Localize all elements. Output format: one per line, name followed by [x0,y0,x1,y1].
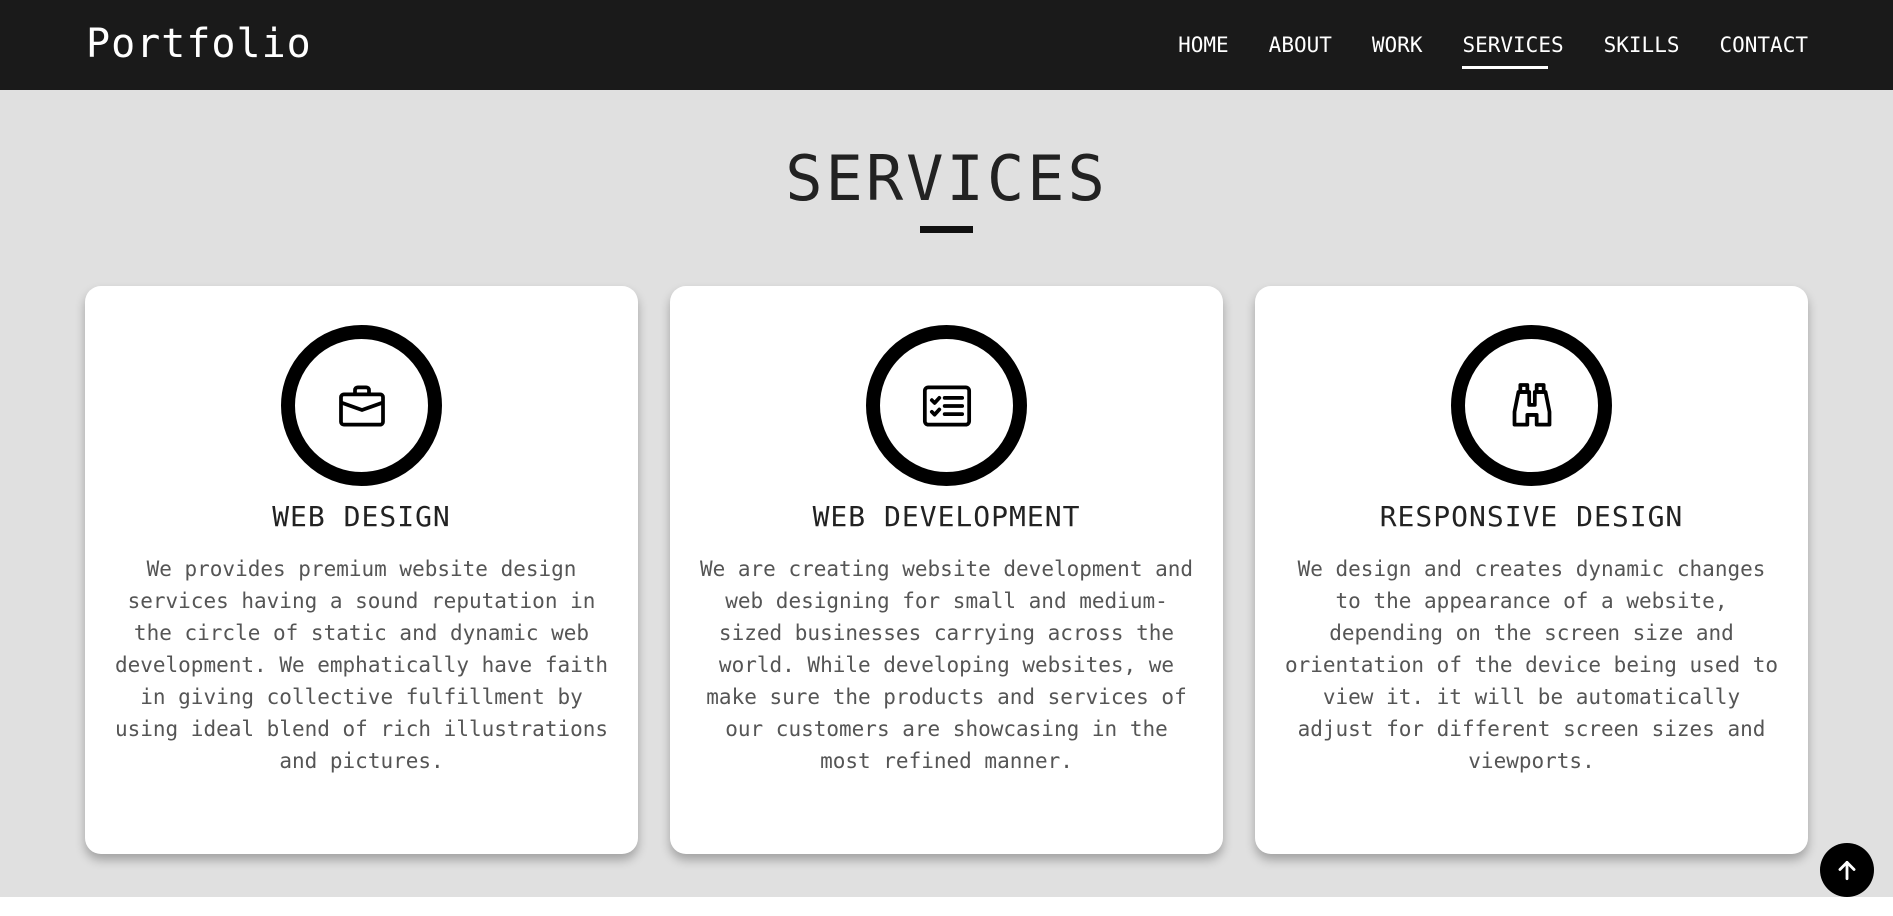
main-nav: HOME ABOUT WORK SERVICES SKILLS CONTACT [1178,30,1808,70]
binoculars-icon [1512,382,1551,427]
service-card-web-development: WEB DEVELOPMENT We are creating website … [670,286,1223,854]
briefcase-icon [338,384,385,427]
service-card-web-design: WEB DESIGN We provides premium website d… [85,286,638,854]
card-title: WEB DESIGN [272,500,451,533]
icon-ring [1451,325,1612,486]
brand-logo[interactable]: Portfolio [86,20,312,68]
section-title: SERVICES [785,142,1108,215]
title-underline [920,226,973,233]
service-card-responsive-design: RESPONSIVE DESIGN We design and creates … [1255,286,1808,854]
card-description: We provides premium website design servi… [114,557,609,773]
card-title: WEB DEVELOPMENT [812,500,1081,533]
nav-about[interactable]: ABOUT [1269,30,1332,70]
nav-work[interactable]: WORK [1372,30,1423,70]
services-section: SERVICES WEB DESIGN We provides premium … [0,90,1893,897]
nav-contact[interactable]: CONTACT [1719,30,1808,70]
nav-home[interactable]: HOME [1178,30,1229,70]
checklist-icon [922,384,971,427]
back-to-top-button[interactable] [1820,843,1874,897]
icon-ring [281,325,442,486]
card-description: We design and creates dynamic changes to… [1284,557,1779,773]
top-navbar: Portfolio HOME ABOUT WORK SERVICES SKILL… [0,0,1893,90]
card-description: We are creating website development and … [699,557,1194,773]
card-title: RESPONSIVE DESIGN [1379,500,1684,533]
icon-ring [866,325,1027,486]
arrow-up-icon [1838,861,1856,881]
nav-services[interactable]: SERVICES [1462,30,1564,70]
nav-skills[interactable]: SKILLS [1604,30,1680,70]
